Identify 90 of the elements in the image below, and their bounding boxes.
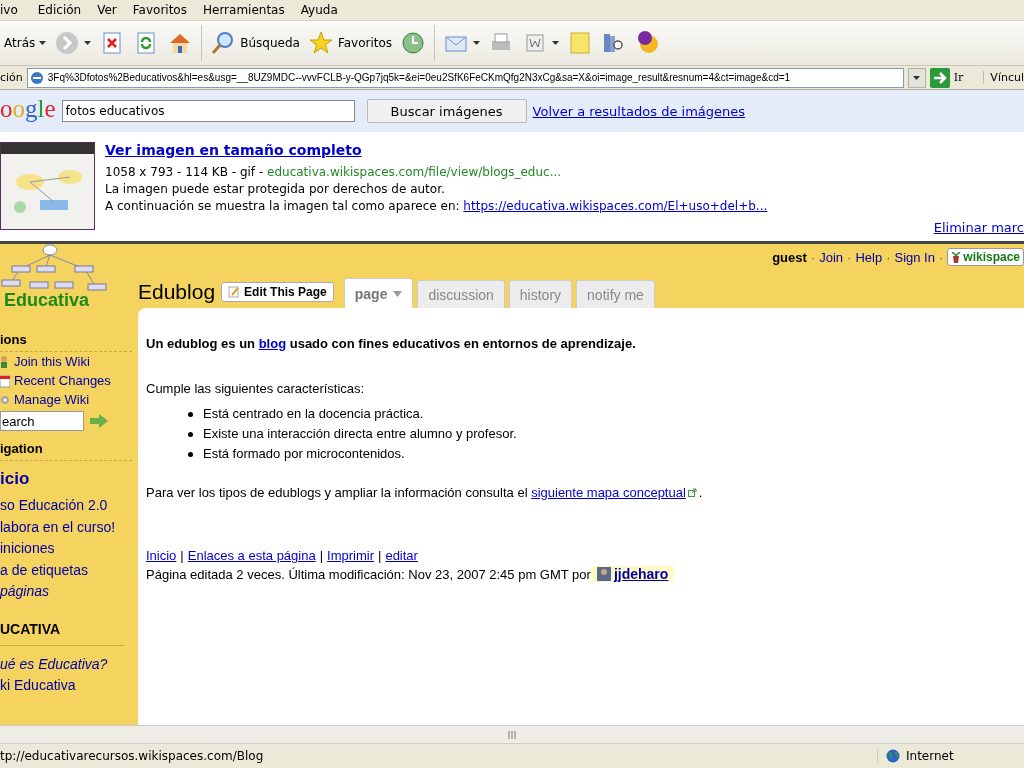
concept-map-link[interactable]: siguiente mapa conceptual: [531, 485, 686, 500]
status-url: tp://educativarecursos.wikispaces.com/Blog: [0, 749, 265, 763]
section-heading: ions: [0, 332, 132, 352]
globe-icon: [886, 749, 900, 763]
links-label[interactable]: Víncul: [983, 71, 1024, 84]
zone-label: Internet: [906, 749, 954, 763]
source-line: A continuación se muestra la imagen tal como aparece en: https://educativa.wikispaces.com/El+uso+del+b...: [105, 199, 769, 213]
sidebar-link[interactable]: Join this Wiki: [0, 352, 138, 371]
history-icon[interactable]: [400, 30, 427, 56]
nav-link[interactable]: a de etiquetas: [0, 559, 138, 581]
back-to-results-link[interactable]: Volver a resultados de imágenes: [532, 103, 746, 119]
separator: |: [319, 548, 324, 563]
search-images-button[interactable]: Buscar imágenes: [366, 99, 527, 123]
wikispaces-badge[interactable]: wikispace: [947, 248, 1024, 266]
image-meta: 1058 x 793 - 114 KB - gif - educativa.wikispaces.com/file/view/blogs_educ...: [105, 165, 563, 179]
footer-link[interactable]: Enlaces a esta página: [187, 548, 316, 563]
source-link[interactable]: https://educativa.wikispaces.com/El+uso+del+b...: [463, 199, 768, 213]
nav-link[interactable]: ué es Educativa?: [0, 653, 138, 675]
feature-text: Está centrado en la docencia práctica.: [203, 406, 424, 421]
top-link[interactable]: Join: [819, 249, 844, 265]
section-heading: UCATIVA: [0, 620, 124, 646]
nav-link[interactable]: so Educación 2.0: [0, 495, 138, 517]
caret-icon: [393, 290, 403, 297]
sidebar-link[interactable]: Manage Wiki: [0, 390, 138, 409]
blog-link[interactable]: blog: [258, 336, 287, 351]
address-label: ción: [0, 71, 23, 84]
feature-text: Existe una interacción directa entre alumno y profesor.: [203, 426, 517, 441]
calendar-icon: [0, 373, 10, 388]
toolbar-label[interactable]: Búsqueda: [240, 36, 300, 50]
section-heading: igation: [0, 441, 132, 461]
grip-icon: [507, 730, 517, 739]
pencil-icon: [228, 286, 241, 298]
copyright-notice: La imagen puede estar protegida por derechos de autor.: [105, 182, 446, 196]
user-name: guest: [772, 249, 807, 265]
address-field[interactable]: 3Fq%3Dfotos%2Beducativos&hl=es&usg=__8UZ9MDC--vvvFCLB-y-QGp7jq5k=&ei=0eu2SfK6FeCKmQfg2N3xCg&sa=X&oi=image_result&resnum=4&ct=image&cd=1: [26, 67, 904, 88]
feature-text: Está formado por microcontenidos.: [203, 446, 405, 461]
sidebar-link[interactable]: Recent Changes: [0, 371, 138, 390]
nav-link[interactable]: icio: [0, 469, 138, 489]
bullet-icon: [188, 412, 193, 417]
top-link[interactable]: Sign In: [894, 249, 935, 265]
page-title: Edublog: [138, 280, 216, 305]
go-label[interactable]: Ir: [953, 71, 964, 84]
nav-link[interactable]: iniciones: [0, 538, 138, 560]
toolbar-label[interactable]: Atrás: [4, 36, 36, 50]
nav-link[interactable]: páginas: [0, 581, 138, 603]
top-link[interactable]: Help: [855, 249, 883, 265]
page-icon: [29, 70, 44, 85]
star-icon[interactable]: [307, 30, 334, 56]
menu-item[interactable]: ivo: [0, 3, 26, 17]
footer-link[interactable]: editar: [385, 548, 418, 563]
footer-link[interactable]: Imprimir: [327, 548, 374, 563]
separator-dot: ·: [886, 249, 891, 265]
google-logo: oogle: [0, 95, 56, 123]
full-size-link[interactable]: Ver imagen en tamaño completo: [105, 142, 924, 158]
separator-dot: ·: [938, 249, 944, 265]
search-field[interactable]: earch: [0, 411, 84, 431]
nav-link[interactable]: ki Educativa: [0, 675, 138, 697]
caret-icon: [913, 75, 921, 80]
features-intro: Cumple las siguientes características:: [146, 381, 366, 396]
person-icon: [0, 354, 10, 369]
nav-link[interactable]: labora en el curso!: [0, 516, 138, 538]
caret-icon[interactable]: [39, 41, 47, 45]
separator: |: [378, 548, 382, 563]
caret-icon[interactable]: [473, 41, 481, 45]
footer-link[interactable]: Inicio: [146, 548, 177, 563]
edit-info: Página editada 2 veces. Última modificación: Nov 23, 2007 2:45 pm GMT por: [146, 566, 591, 582]
plant-icon: [951, 251, 962, 263]
edit-page-button[interactable]: Edit This Page: [221, 282, 334, 302]
bullet-icon: [188, 432, 193, 437]
menu-item[interactable]: Favoritos: [132, 3, 195, 17]
search-field[interactable]: fotos educativos: [61, 100, 355, 122]
bullet-icon: [188, 452, 193, 457]
external-link-icon: [687, 488, 697, 497]
avatar-icon: [596, 567, 611, 581]
map-text: Para ver los tipos de edublogs y ampliar la información consulta el siguiente mapa conceptual .: [146, 485, 704, 500]
menu-item[interactable]: Edición: [37, 3, 90, 17]
author-link[interactable]: jjdeharo: [590, 566, 675, 582]
menu-item[interactable]: Ver: [97, 3, 125, 17]
dropdown-button[interactable]: [907, 67, 926, 88]
separator: |: [180, 548, 184, 563]
caret-icon[interactable]: [552, 41, 560, 45]
separator-dot: ·: [847, 249, 852, 265]
intro-text: Un edublog es un blog usado con fines educativos en entornos de aprendizaje.: [146, 336, 637, 351]
menu-item[interactable]: Herramientas: [202, 3, 293, 17]
separator-dot: ·: [810, 249, 816, 265]
page-tab[interactable]: page: [343, 278, 414, 308]
caret-icon[interactable]: [84, 41, 92, 45]
menu-item[interactable]: Ayuda: [300, 3, 346, 17]
remove-frame-link[interactable]: Eliminar marc: [933, 220, 1024, 235]
toolbar-label[interactable]: Favoritos: [337, 36, 393, 50]
